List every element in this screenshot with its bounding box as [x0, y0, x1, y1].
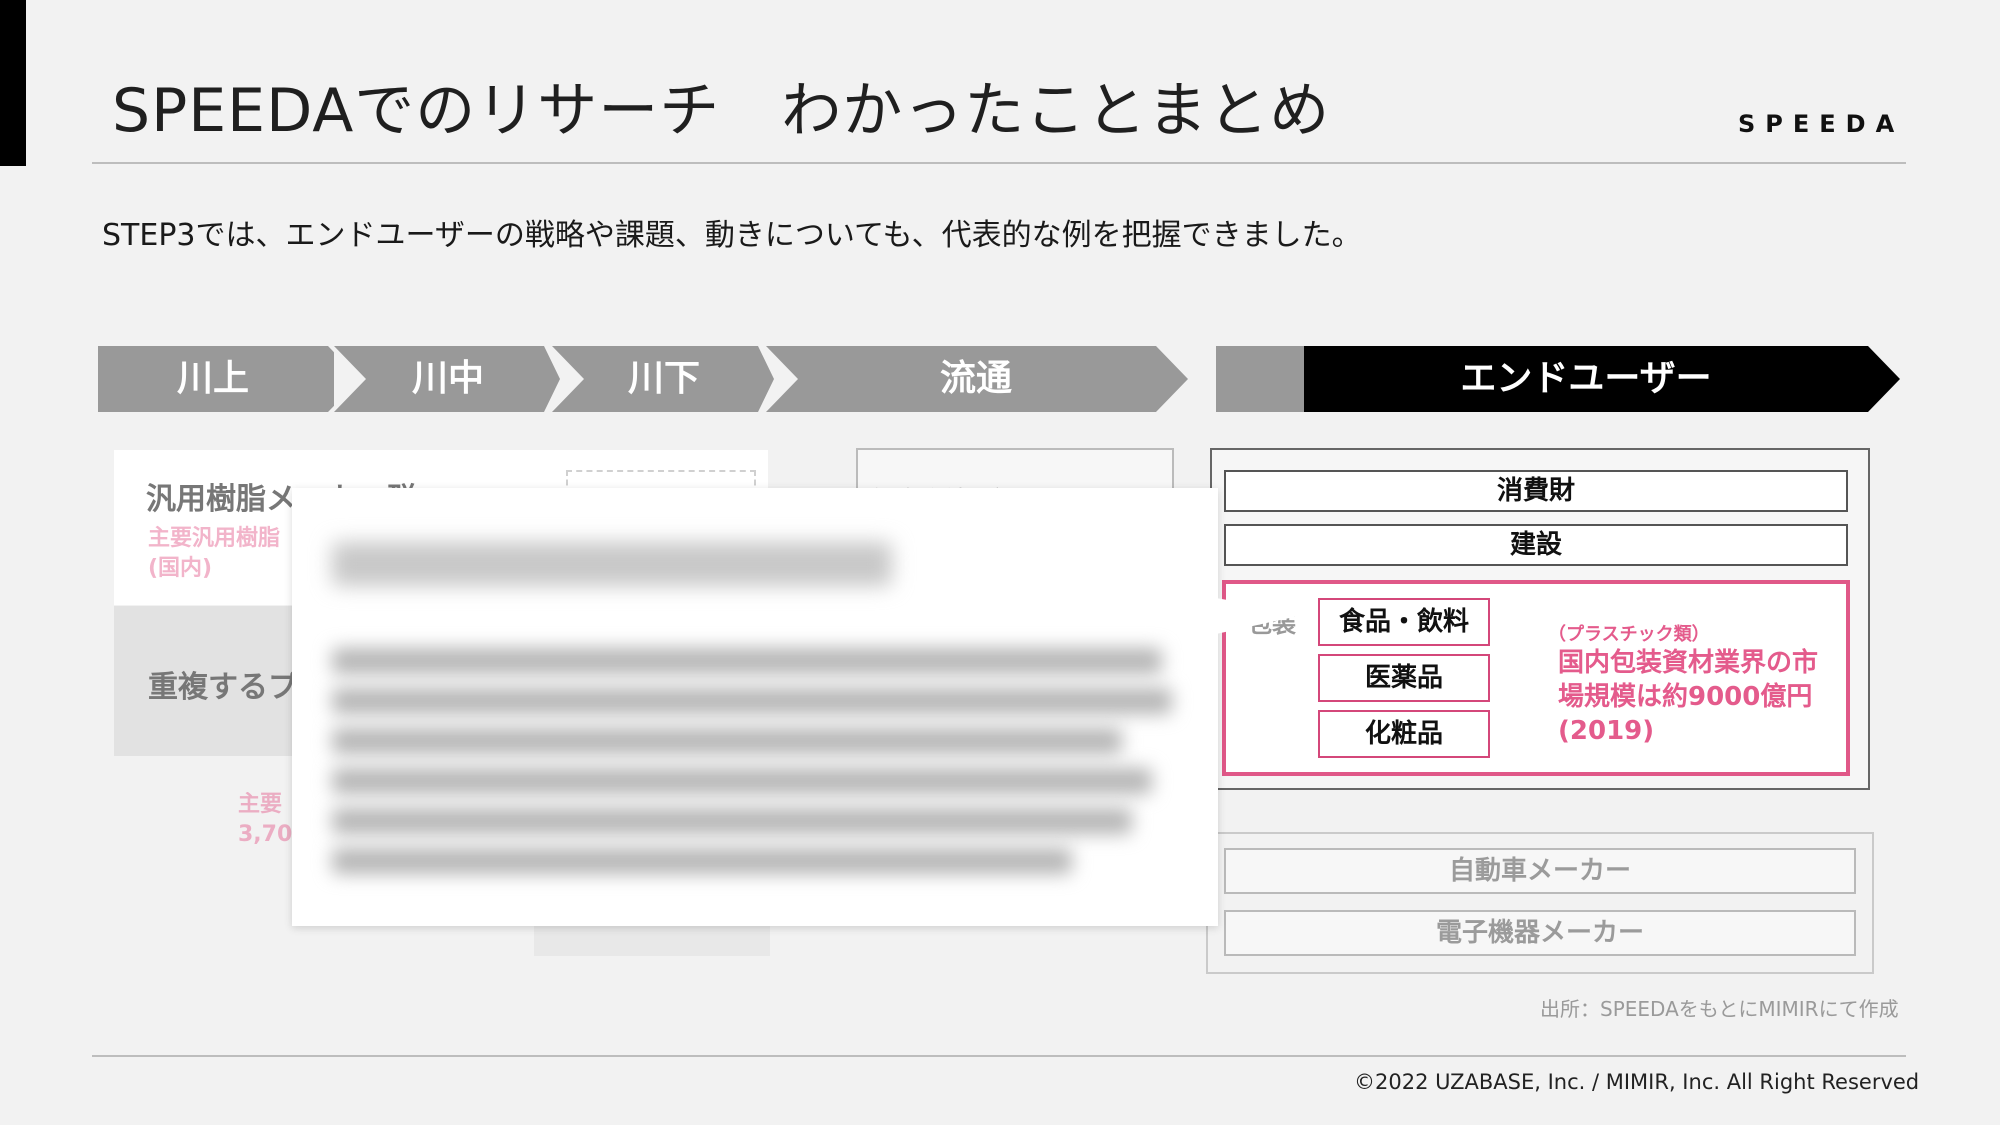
stage-label: エンドユーザー	[1460, 358, 1712, 399]
page-title: SPEEDAでのリサーチ わかったことまとめ	[112, 76, 1331, 146]
stage-end-user: エンドユーザー	[1216, 346, 1900, 412]
market-note-small: （プラスチック類）	[1548, 624, 1710, 645]
sub-category-food: 食品・飲料	[1318, 598, 1490, 646]
blurred-line	[332, 648, 1162, 674]
popup-pointer	[1216, 598, 1308, 634]
stage-midstream: 川中	[334, 346, 560, 412]
pink-note-2: 主要 3,70	[238, 792, 293, 847]
stage-label: 川下	[627, 358, 700, 399]
category-consumer-goods: 消費財	[1224, 470, 1848, 512]
sub-category-medicine: 医薬品	[1318, 654, 1490, 702]
category-construction: 建設	[1224, 524, 1848, 566]
category-automaker: 自動車メーカー	[1224, 848, 1856, 894]
category-electronics-maker: 電子機器メーカー	[1224, 910, 1856, 956]
popup-title-blurred	[332, 542, 892, 586]
blurred-popup	[292, 488, 1218, 926]
blurred-line	[332, 688, 1172, 714]
stage-label: 流通	[939, 358, 1012, 399]
stage-upstream: 川上	[98, 346, 334, 412]
speeda-logo: SPEEDA	[1738, 110, 1905, 138]
stage-distribution: 流通	[766, 346, 1188, 412]
stage-label: 川中	[411, 358, 484, 399]
pink-note: 主要汎用樹脂 (国内)	[148, 526, 281, 581]
market-note: 国内包装資材業界の市場規模は約9000億円(2019)	[1558, 648, 1819, 746]
sub-category-cosmetics: 化粧品	[1318, 710, 1490, 758]
blurred-line	[332, 768, 1152, 794]
stage-label: 川上	[176, 358, 249, 399]
overlap-label: 重複するプ	[148, 670, 298, 705]
blurred-line	[332, 808, 1132, 834]
blurred-line	[332, 728, 1122, 754]
stage-downstream: 川下	[552, 346, 774, 412]
summary-text: STEP3では、エンドユーザーの戦略や課題、動きについても、代表的な例を把握でき…	[102, 218, 1362, 253]
header-divider	[92, 162, 1906, 164]
source-note: 出所：SPEEDAをもとにMIMIRにて作成	[1540, 997, 1899, 1021]
left-accent-bar	[0, 0, 26, 166]
footer-divider	[92, 1055, 1906, 1057]
copyright: ©2022 UZABASE, Inc. / MIMIR, Inc. All Ri…	[1354, 1070, 1920, 1094]
blurred-line	[332, 848, 1072, 874]
